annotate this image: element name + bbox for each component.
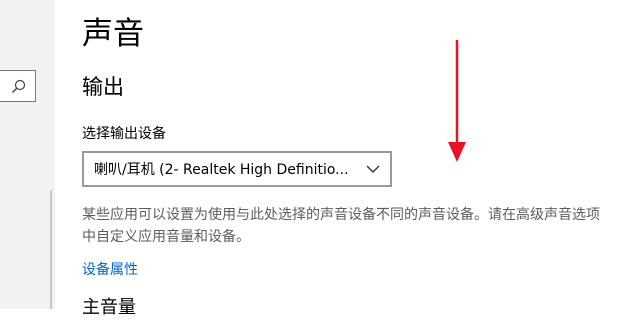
output-device-dropdown[interactable]: 喇叭/耳机 (2- Realtek High Definitio... [82,151,392,187]
master-volume-heading: 主音量 [82,297,136,318]
output-device-label: 选择输出设备 [82,126,166,142]
sound-settings-page: 声音 输出 选择输出设备 喇叭/耳机 (2- Realtek High Defi… [82,0,620,318]
search-box[interactable] [0,70,36,102]
sidebar [0,0,55,309]
page-title: 声音 [82,16,144,52]
red-arrow-annotation [448,40,466,162]
chevron-down-icon [366,165,380,173]
search-icon[interactable] [11,79,26,94]
selected-output-device: 喇叭/耳机 (2- Realtek High Definitio... [94,162,349,178]
device-properties-link[interactable]: 设备属性 [82,259,138,281]
sidebar-scrollbar[interactable] [50,190,52,309]
output-description: 某些应用可以设置为使用与此处选择的声音设备不同的声音设备。请在高级声音选项中自定… [82,207,600,245]
output-section-title: 输出 [82,75,124,99]
